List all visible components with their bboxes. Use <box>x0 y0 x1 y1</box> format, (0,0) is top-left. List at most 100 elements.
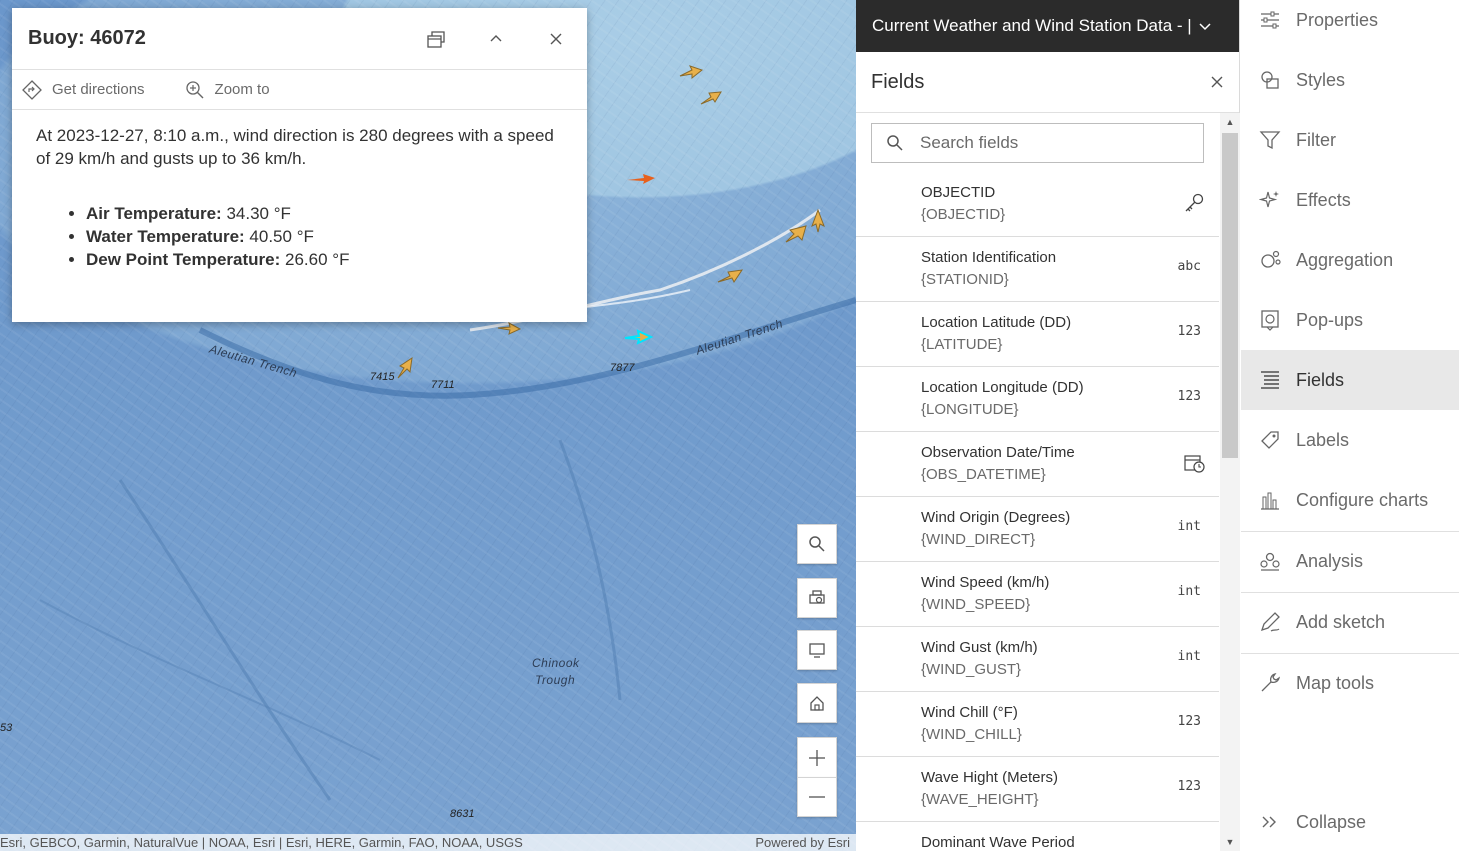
buoy-marker-selected[interactable] <box>622 328 654 346</box>
buoy-marker[interactable] <box>699 90 725 106</box>
buoy-marker[interactable] <box>716 266 744 286</box>
field-row-wind-gust[interactable]: Wind Gust (km/h) {WIND_GUST} int <box>856 627 1219 692</box>
get-directions-action[interactable]: Get directions <box>22 79 145 100</box>
buoy-marker[interactable] <box>810 208 826 234</box>
directions-icon <box>22 79 42 100</box>
field-name: Wind Chill (°F) <box>921 704 1018 721</box>
nav-item-aggregation[interactable]: Aggregation <box>1241 230 1459 290</box>
field-row-objectid[interactable]: OBJECTID {OBJECTID} <box>856 172 1219 237</box>
field-name: Station Identification <box>921 249 1057 266</box>
fields-scrollbar[interactable]: ▲ ▼ <box>1220 113 1240 851</box>
depth-label: 7877 <box>610 362 635 374</box>
close-icon <box>550 33 562 44</box>
field-row-dominant-wave-period[interactable]: Dominant Wave Period <box>856 822 1219 851</box>
layer-selector[interactable]: Current Weather and Wind Station Data - … <box>856 0 1239 52</box>
field-name: Dominant Wave Period <box>921 834 1075 851</box>
nav-item-popups[interactable]: Pop-ups <box>1241 290 1459 350</box>
field-row-obs-datetime[interactable]: Observation Date/Time {OBS_DATETIME} <box>856 432 1219 497</box>
field-name: Wave Hight (Meters) <box>921 769 1058 786</box>
nav-item-styles[interactable]: Styles <box>1241 50 1459 110</box>
nav-item-analysis[interactable]: Analysis <box>1241 531 1459 591</box>
field-row-wave-height[interactable]: Wave Hight (Meters) {WAVE_HEIGHT} 123 <box>856 757 1219 822</box>
scroll-down-icon[interactable]: ▼ <box>1220 837 1240 847</box>
search-fields-input[interactable]: Search fields <box>871 123 1204 163</box>
nav-label: Filter <box>1296 129 1336 150</box>
dock-button[interactable] <box>421 24 451 54</box>
nav-item-filter[interactable]: Filter <box>1241 110 1459 170</box>
collapse-popup-button[interactable] <box>481 24 511 54</box>
field-row-longitude[interactable]: Location Longitude (DD) {LONGITUDE} 123 <box>856 367 1219 432</box>
buoy-marker[interactable] <box>496 322 522 336</box>
fields-icon <box>1261 371 1279 389</box>
scroll-up-icon[interactable]: ▲ <box>1220 117 1240 127</box>
field-type-number: 123 <box>1177 714 1201 729</box>
field-name: Location Longitude (DD) <box>921 379 1084 396</box>
collapse-button[interactable]: Collapse <box>1241 792 1459 851</box>
field-type-integer: int <box>1177 519 1201 534</box>
nav-label: Labels <box>1296 429 1350 450</box>
popup-body: At 2023-12-27, 8:10 a.m., wind direction… <box>12 110 587 285</box>
field-name: Location Latitude (DD) <box>921 314 1072 331</box>
print-icon <box>809 590 825 604</box>
field-row-wind-direct[interactable]: Wind Origin (Degrees) {WIND_DIRECT} int <box>856 497 1219 562</box>
field-row-latitude[interactable]: Location Latitude (DD) {LATITUDE} 123 <box>856 302 1219 367</box>
attribute-label: Water Temperature: <box>86 227 245 246</box>
field-type-integer: int <box>1177 584 1201 599</box>
field-alias: {WIND_DIRECT} <box>921 531 1036 548</box>
nav-item-configure-charts[interactable]: Configure charts <box>1241 470 1459 530</box>
home-button[interactable] <box>797 683 837 723</box>
zoom-in-button[interactable] <box>797 737 837 777</box>
sliders-icon <box>1261 11 1279 29</box>
nav-label: Properties <box>1296 9 1379 30</box>
fields-panel: Current Weather and Wind Station Data - … <box>856 0 1240 851</box>
home-icon <box>810 696 824 711</box>
fullscreen-button[interactable] <box>797 630 837 670</box>
nav-label: Aggregation <box>1296 249 1394 270</box>
field-row-stationid[interactable]: Station Identification {STATIONID} abc <box>856 237 1219 302</box>
attribute-label: Air Temperature: <box>86 204 222 223</box>
nav-item-labels[interactable]: Labels <box>1241 410 1459 470</box>
nav-item-effects[interactable]: Effects <box>1241 170 1459 230</box>
nav-item-fields[interactable]: Fields <box>1241 350 1459 410</box>
popup-description: At 2023-12-27, 8:10 a.m., wind direction… <box>36 126 554 168</box>
powered-by[interactable]: Powered by Esri <box>755 834 850 851</box>
close-icon[interactable] <box>1210 75 1224 89</box>
field-alias: {WIND_GUST} <box>921 661 1022 678</box>
buoy-marker[interactable] <box>626 172 656 186</box>
nav-label: Configure charts <box>1296 489 1429 510</box>
zoom-to-action[interactable]: Zoom to <box>185 80 270 100</box>
attribute-value: 26.60 °F <box>280 250 350 269</box>
field-alias: {OBJECTID} <box>921 206 1006 223</box>
print-button[interactable] <box>797 578 837 618</box>
analysis-icon <box>1260 552 1280 571</box>
key-icon <box>1185 193 1204 212</box>
chinook-label: Chinook <box>532 656 580 670</box>
attribute-label: Dew Point Temperature: <box>86 250 281 269</box>
buoy-marker[interactable] <box>784 222 810 248</box>
field-alias: {WAVE_HEIGHT} <box>921 791 1039 808</box>
scrollbar-thumb[interactable] <box>1222 133 1238 458</box>
zoom-out-button[interactable] <box>797 777 837 817</box>
field-alias: {LATITUDE} <box>921 336 1003 353</box>
close-popup-button[interactable] <box>541 24 571 54</box>
field-row-wind-chill[interactable]: Wind Chill (°F) {WIND_CHILL} 123 <box>856 692 1219 757</box>
aggregation-icon <box>1261 250 1281 268</box>
nav-item-properties[interactable]: Properties <box>1241 0 1459 50</box>
buoy-marker[interactable] <box>678 64 704 80</box>
settings-nav: Properties Styles Filter Effects Aggrega… <box>1241 0 1459 851</box>
nav-item-map-tools[interactable]: Map tools <box>1241 653 1459 713</box>
attribution-text[interactable]: Esri, GEBCO, Garmin, NaturalVue | NOAA, … <box>0 834 523 851</box>
layer-title: Current Weather and Wind Station Data - … <box>872 16 1192 35</box>
popup-title: Buoy: 46072 <box>28 27 146 49</box>
nav-item-add-sketch[interactable]: Add sketch <box>1241 592 1459 652</box>
field-alias: {OBS_DATETIME} <box>921 466 1046 483</box>
field-alias: {WIND_CHILL} <box>921 726 1022 743</box>
buoy-marker[interactable] <box>396 356 416 380</box>
field-name: Wind Gust (km/h) <box>921 639 1038 656</box>
trough-label: Trough <box>535 673 576 687</box>
map-search-button[interactable] <box>797 524 837 564</box>
depth-label: 7711 <box>431 379 455 391</box>
field-row-wind-speed[interactable]: Wind Speed (km/h) {WIND_SPEED} int <box>856 562 1219 627</box>
list-item: Air Temperature: 34.30 °F <box>86 202 563 225</box>
nav-label: Fields <box>1296 369 1345 390</box>
